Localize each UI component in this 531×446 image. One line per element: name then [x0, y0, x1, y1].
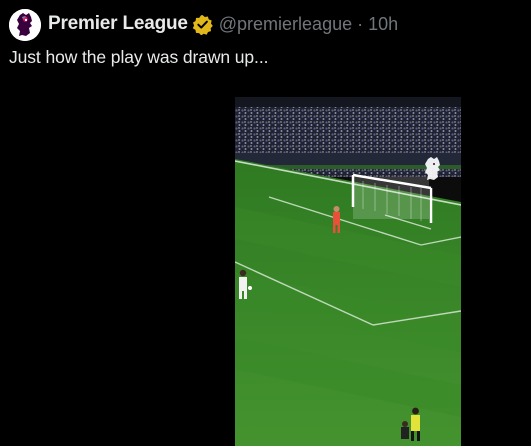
- tweet[interactable]: Premier League @premierleague · 10h Just…: [0, 0, 531, 446]
- author-avatar[interactable]: [9, 9, 41, 41]
- premier-league-lion-icon: [9, 9, 41, 41]
- tweet-text: Just how the play was drawn up...: [9, 47, 269, 67]
- author-handle[interactable]: @premierleague: [219, 14, 352, 35]
- tweet-timestamp[interactable]: 10h: [368, 14, 398, 35]
- sideline-player: [401, 421, 409, 439]
- tweet-video[interactable]: [235, 97, 461, 446]
- ball: [248, 286, 252, 290]
- goal-net: [351, 173, 433, 223]
- author-display-name[interactable]: Premier League: [48, 13, 188, 35]
- video-frame-football-pitch: [235, 97, 461, 446]
- verified-badge-icon: [192, 14, 213, 35]
- tweet-header: Premier League @premierleague · 10h: [48, 10, 398, 38]
- header-separator: ·: [357, 13, 364, 34]
